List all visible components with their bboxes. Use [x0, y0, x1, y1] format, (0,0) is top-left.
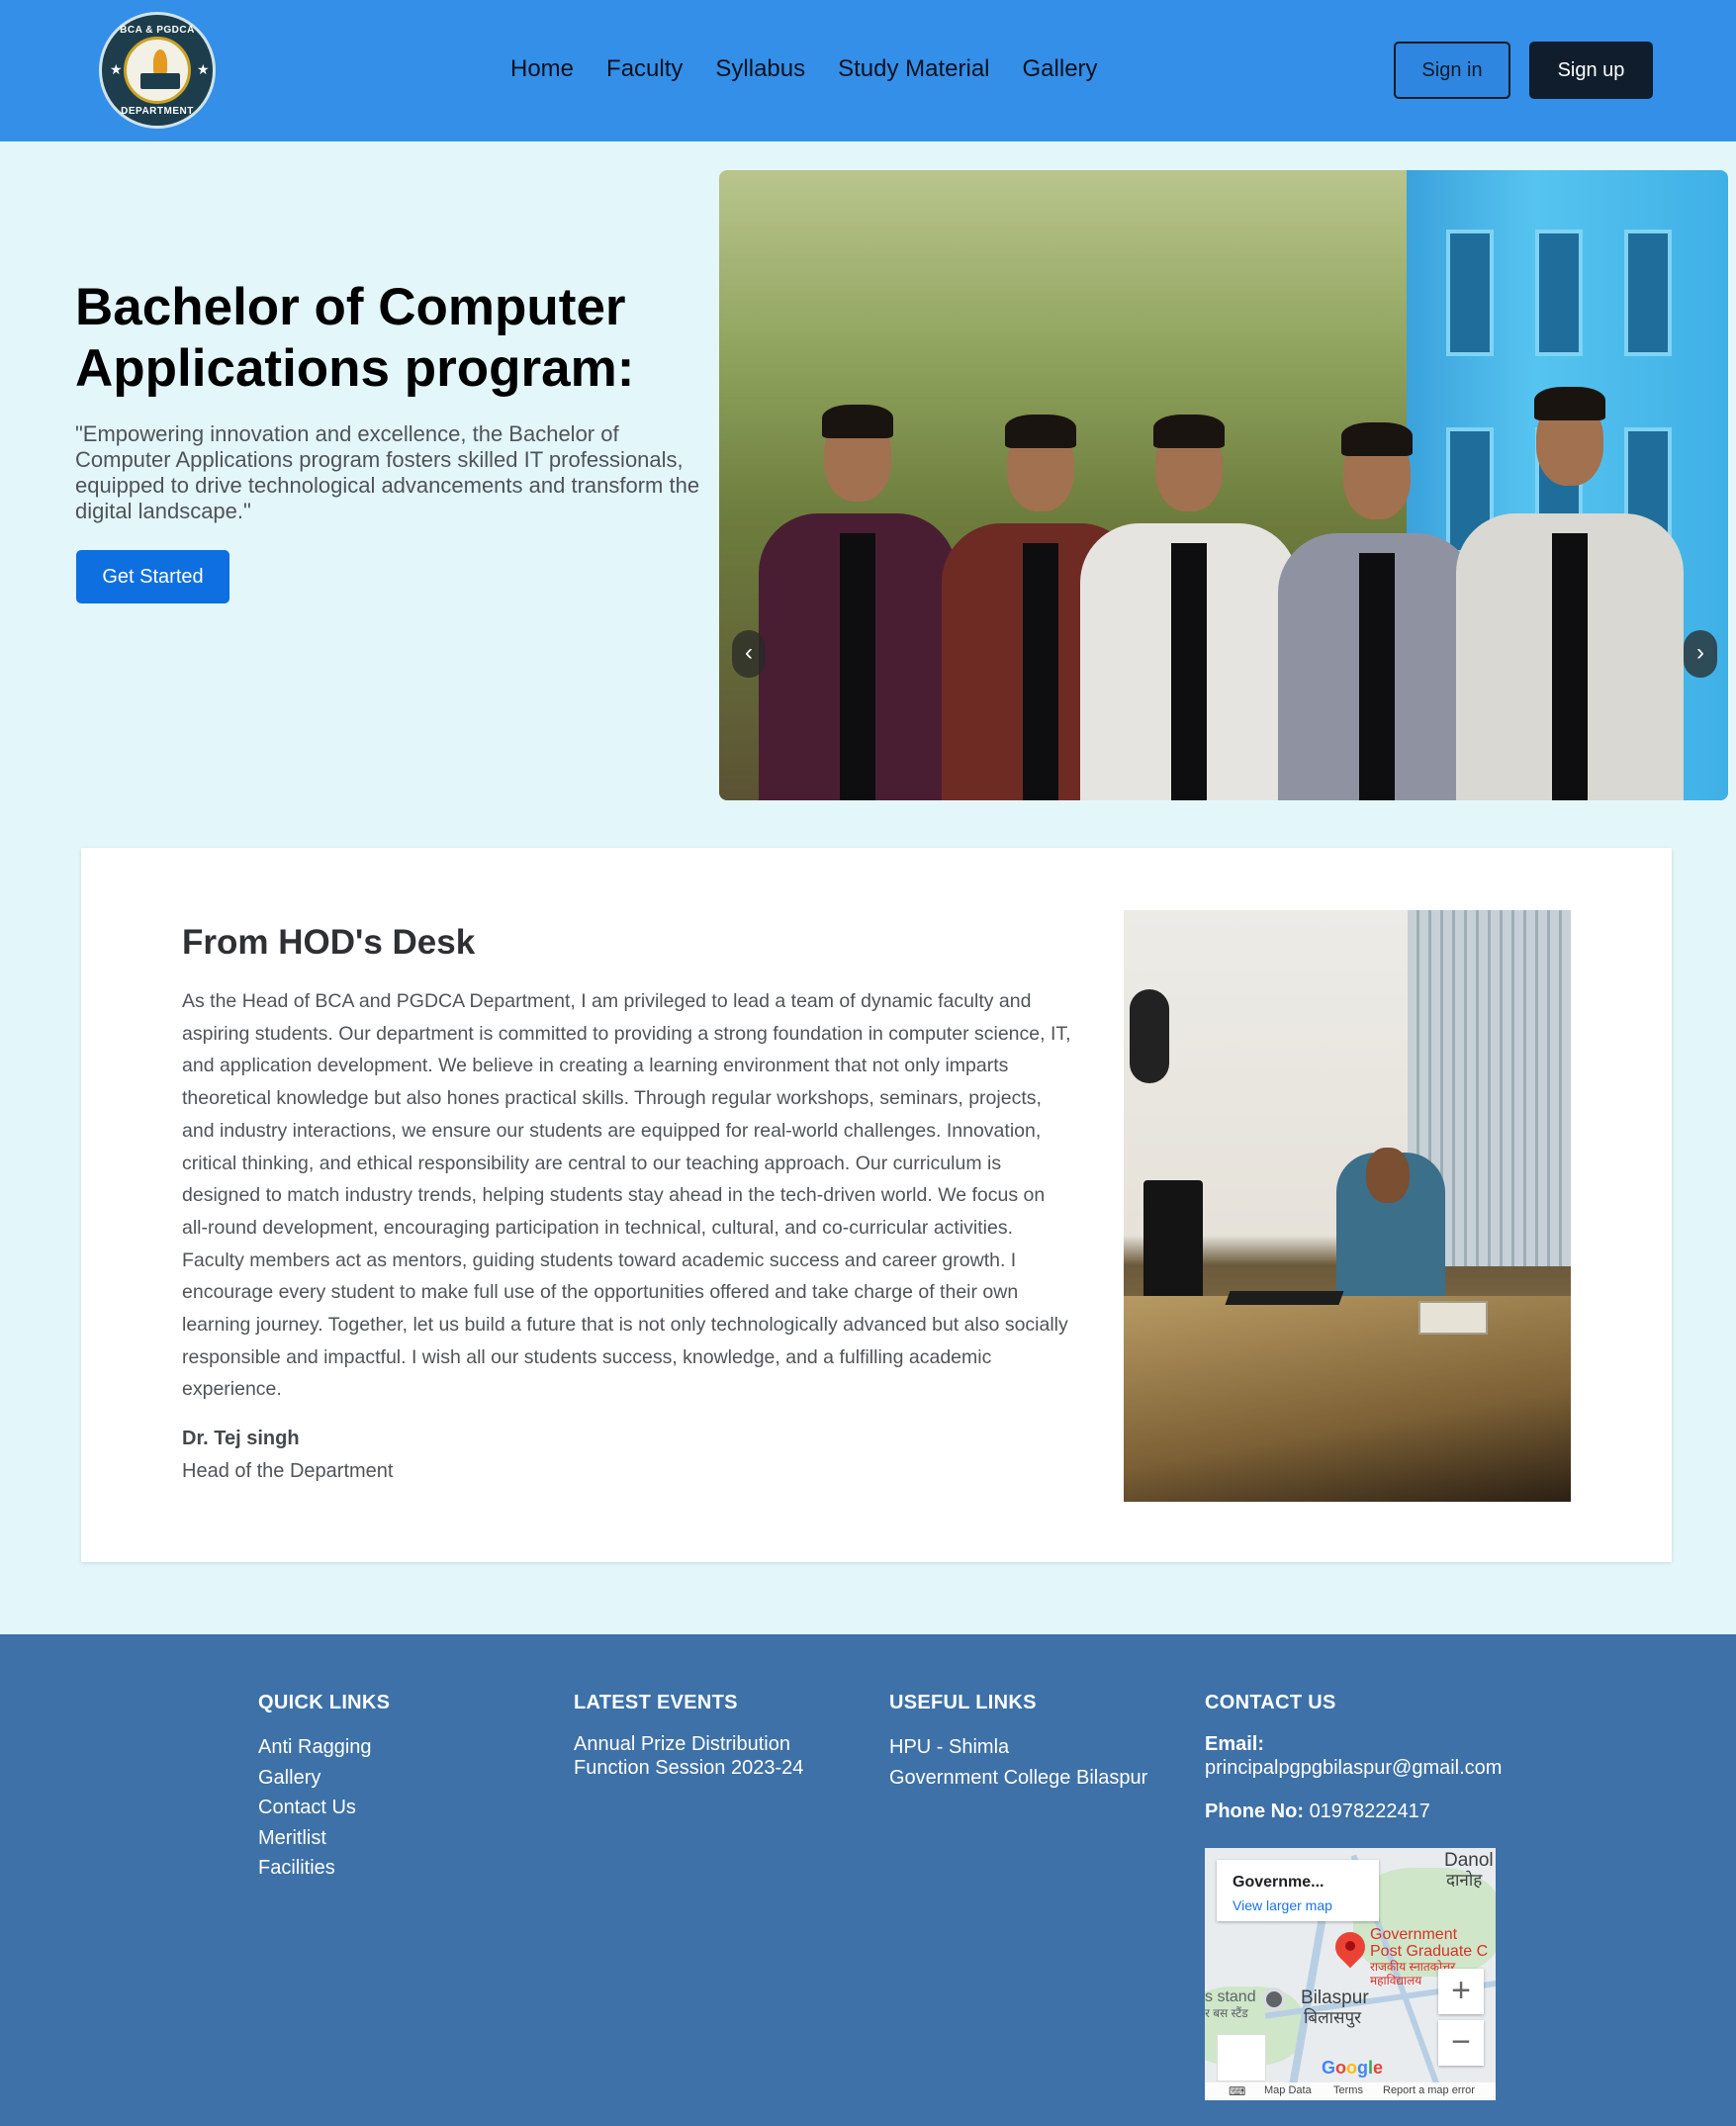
nav-link-gallery[interactable]: Gallery: [1023, 54, 1098, 84]
logo-bottom-text: DEPARTMENT: [121, 106, 194, 117]
star-icon: ★: [110, 61, 123, 77]
logo-top-text: BCA & PGDCA: [120, 25, 195, 36]
street-view-thumbnail[interactable]: [1217, 2034, 1266, 2081]
navbar: BCA & PGDCA ★ ★ DEPARTMENT Home Faculty …: [0, 0, 1736, 141]
footer-link-contact-us[interactable]: Contact Us: [258, 1793, 390, 1823]
map-label-college-hindi: महाविद्यालय: [1370, 1974, 1422, 1987]
map-label-bilaspur: Bilaspur: [1301, 1987, 1369, 2008]
map-attribution-bar: ⌨ Map Data Terms Report a map error: [1205, 2082, 1496, 2100]
department-logo[interactable]: BCA & PGDCA ★ ★ DEPARTMENT: [99, 12, 216, 129]
map-label-danoh: Danol: [1444, 1850, 1494, 1871]
footer-link-hpu-shimla[interactable]: HPU - Shimla: [889, 1732, 1147, 1763]
get-started-button[interactable]: Get Started: [76, 550, 229, 603]
google-map-embed[interactable]: Danol दानोह Governme... View larger map …: [1205, 1848, 1496, 2100]
footer-quick-links: QUICK LINKS Anti Ragging Gallery Contact…: [258, 1692, 390, 1884]
hero-title: Bachelor of Computer Applications progra…: [75, 278, 635, 398]
map-label-bilaspur-hindi: बिलासपुर: [1304, 2008, 1362, 2027]
carousel-photo-student: [1456, 375, 1684, 800]
keyboard-icon[interactable]: ⌨: [1229, 2084, 1245, 2098]
hero-quote: "Empowering innovation and excellence, t…: [75, 421, 700, 523]
useful-links-heading: USEFUL LINKS: [889, 1692, 1037, 1713]
terms-link[interactable]: Terms: [1333, 2084, 1363, 2096]
nav-link-home[interactable]: Home: [510, 54, 574, 84]
zoom-out-button[interactable]: −: [1438, 2020, 1484, 2066]
hod-desk-card: From HOD's Desk As the Head of BCA and P…: [81, 848, 1672, 1562]
map-place-name: Governme...: [1233, 1874, 1325, 1891]
carousel-next-button[interactable]: ›: [1684, 630, 1717, 678]
sign-up-button[interactable]: Sign up: [1529, 42, 1653, 99]
footer-link-anti-ragging[interactable]: Anti Ragging: [258, 1732, 390, 1763]
map-info-card: Governme... View larger map: [1217, 1860, 1379, 1921]
map-label-danoh-hindi: दानोह: [1446, 1871, 1483, 1890]
quick-links-heading: QUICK LINKS: [258, 1692, 391, 1713]
hod-name: Dr. Tej singh: [182, 1428, 300, 1449]
contact-heading: CONTACT US: [1205, 1692, 1336, 1713]
nav-link-study-material[interactable]: Study Material: [838, 54, 989, 84]
map-data-link[interactable]: Map Data: [1264, 2084, 1312, 2096]
carousel-prev-button[interactable]: ‹: [732, 630, 766, 678]
phone-label: Phone No:: [1205, 1801, 1304, 1822]
carousel-photo-student: [1278, 405, 1476, 800]
footer-useful-links: USEFUL LINKS HPU - Shimla Government Col…: [889, 1692, 1147, 1793]
hero-carousel[interactable]: ‹ ›: [719, 170, 1728, 800]
email-value[interactable]: principalpgpgbilaspur@gmail.com: [1205, 1756, 1502, 1780]
carousel-photo-student: [1080, 395, 1298, 800]
footer-link-gc-bilaspur[interactable]: Government College Bilaspur: [889, 1763, 1147, 1794]
phone-line: Phone No: 01978222417: [1205, 1800, 1502, 1823]
hod-photo: [1124, 910, 1571, 1502]
google-logo: Google: [1322, 2058, 1384, 2078]
map-label-bus-stand-hindi: र बस स्टैंड: [1205, 2006, 1248, 2020]
hod-role: Head of the Department: [182, 1460, 394, 1482]
email-label: Email:: [1205, 1733, 1265, 1755]
nav-link-faculty[interactable]: Faculty: [606, 54, 683, 84]
main-nav: Home Faculty Syllabus Study Material Gal…: [510, 54, 1131, 84]
bus-stop-icon: [1262, 1987, 1286, 2011]
footer-latest-events: LATEST EVENTS Annual Prize Distribution …: [574, 1692, 841, 1780]
map-label-college: Government: [1370, 1926, 1458, 1943]
event-link[interactable]: Annual Prize Distribution Function Sessi…: [574, 1732, 841, 1780]
map-label-college: Post Graduate C: [1370, 1943, 1489, 1960]
hod-title: From HOD's Desk: [182, 923, 476, 962]
star-icon: ★: [197, 61, 210, 77]
footer-link-facilities[interactable]: Facilities: [258, 1853, 390, 1884]
latest-events-heading: LATEST EVENTS: [574, 1692, 738, 1713]
carousel-photo-student: [759, 385, 957, 800]
footer-contact: CONTACT US Email: principalpgpgbilaspur@…: [1205, 1692, 1502, 1823]
phone-value[interactable]: 01978222417: [1310, 1801, 1430, 1822]
footer-link-meritlist[interactable]: Meritlist: [258, 1823, 390, 1854]
report-error-link[interactable]: Report a map error: [1383, 2084, 1475, 2096]
view-larger-map-link[interactable]: View larger map: [1233, 1897, 1332, 1913]
zoom-in-button[interactable]: +: [1438, 1969, 1484, 2014]
nav-link-syllabus[interactable]: Syllabus: [715, 54, 805, 84]
hod-message: As the Head of BCA and PGDCA Department,…: [182, 990, 1071, 1401]
sign-in-button[interactable]: Sign in: [1394, 42, 1510, 99]
footer-link-gallery[interactable]: Gallery: [258, 1763, 390, 1794]
torch-book-icon: [124, 37, 191, 104]
